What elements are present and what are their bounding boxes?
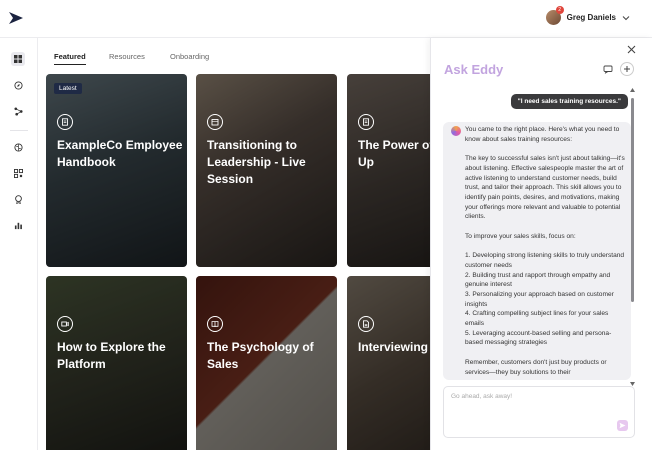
assistant-paragraph: You came to the right place. Here's what… bbox=[465, 126, 620, 143]
card-interviewing-hiring[interactable]: Interviewing Hiring bbox=[347, 276, 430, 450]
chat-composer bbox=[443, 386, 635, 438]
card-title: Interviewing Hiring bbox=[358, 340, 430, 354]
scroll-thumb[interactable] bbox=[631, 98, 634, 302]
card-title: Transitioning to Leadership - Live Sessi… bbox=[207, 138, 306, 186]
logo-icon[interactable] bbox=[8, 11, 24, 25]
tab-resources[interactable]: Resources bbox=[109, 52, 145, 61]
assistant-paragraph: The key to successful sales isn't just a… bbox=[465, 155, 625, 221]
award-icon[interactable] bbox=[11, 192, 25, 206]
panel-title: Ask Eddy bbox=[444, 62, 504, 77]
assistant-paragraph: To improve your sales skills, focus on: bbox=[465, 232, 576, 240]
chevron-down-icon[interactable] bbox=[622, 14, 630, 22]
card-employee-handbook[interactable]: Latest ExampleCo Employee Handbook bbox=[46, 74, 187, 267]
tab-onboarding[interactable]: Onboarding bbox=[170, 52, 209, 61]
card-psychology-of-sales[interactable]: The Psychology of Sales bbox=[196, 276, 337, 450]
chat-input[interactable] bbox=[451, 393, 611, 400]
assistant-message: You came to the right place. Here's what… bbox=[443, 122, 631, 380]
analytics-icon[interactable] bbox=[11, 218, 25, 232]
chat-scrollbar[interactable] bbox=[630, 88, 635, 386]
tab-featured[interactable]: Featured bbox=[54, 52, 86, 65]
card-explore-platform[interactable]: How to Explore the Platform bbox=[46, 276, 187, 450]
dashboard-icon[interactable] bbox=[11, 52, 25, 66]
user-message: "I need sales training resources." bbox=[510, 94, 628, 109]
card-title: ExampleCo Employee Handbook bbox=[57, 138, 183, 169]
compass-icon[interactable] bbox=[11, 78, 25, 92]
document-icon bbox=[358, 114, 374, 130]
notification-badge: 2 bbox=[555, 6, 564, 14]
top-bar: 2 Greg Daniels bbox=[0, 0, 652, 38]
card-title: The Psychology of Sales bbox=[207, 340, 314, 371]
qr-code-icon[interactable] bbox=[11, 166, 25, 180]
eddy-avatar-icon bbox=[451, 126, 461, 136]
card-overlay bbox=[347, 276, 430, 450]
calendar-icon bbox=[207, 114, 223, 130]
sidebar-divider bbox=[10, 130, 28, 131]
book-icon bbox=[207, 316, 223, 332]
card-follow-up[interactable]: The Power of Follow-Up bbox=[347, 74, 430, 267]
send-button[interactable] bbox=[617, 420, 628, 431]
send-icon bbox=[619, 422, 626, 429]
chat-history-icon[interactable] bbox=[601, 62, 615, 76]
assistant-message-text: You came to the right place. Here's what… bbox=[465, 125, 627, 380]
assistant-paragraph: Remember, customers don't just buy produ… bbox=[465, 358, 607, 376]
content-grid: Latest ExampleCo Employee Handbook Trans… bbox=[38, 72, 430, 450]
assistant-list: 1. Developing strong listening skills to… bbox=[465, 252, 625, 347]
video-icon bbox=[57, 316, 73, 332]
document-icon bbox=[57, 114, 73, 130]
content-tabs: Featured Resources Onboarding bbox=[38, 38, 428, 72]
card-title: How to Explore the Platform bbox=[57, 340, 166, 371]
latest-badge: Latest bbox=[54, 83, 82, 94]
sidebar bbox=[0, 38, 38, 450]
app-root: 2 Greg Daniels Featured Resources Onboar… bbox=[0, 0, 652, 450]
avatar[interactable]: 2 bbox=[545, 6, 564, 25]
scroll-up-icon[interactable] bbox=[630, 88, 635, 92]
close-icon[interactable] bbox=[627, 45, 636, 54]
user-menu[interactable]: 2 Greg Daniels bbox=[545, 6, 630, 25]
user-name: Greg Daniels bbox=[566, 13, 616, 22]
card-title: The Power of Follow-Up bbox=[358, 138, 430, 169]
file-icon bbox=[358, 316, 374, 332]
brain-icon[interactable] bbox=[11, 140, 25, 154]
card-leadership-session[interactable]: Transitioning to Leadership - Live Sessi… bbox=[196, 74, 337, 267]
ask-eddy-panel: Ask Eddy "I need sales training resource… bbox=[430, 38, 652, 450]
new-chat-icon[interactable] bbox=[620, 62, 634, 76]
network-icon[interactable] bbox=[11, 104, 25, 118]
